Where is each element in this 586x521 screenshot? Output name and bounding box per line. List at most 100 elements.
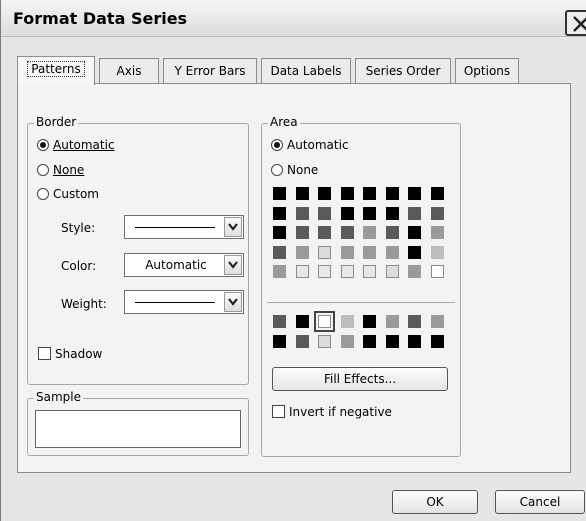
- color-swatch[interactable]: [385, 334, 399, 348]
- cancel-button[interactable]: Cancel: [495, 490, 585, 514]
- color-swatch[interactable]: [363, 315, 376, 328]
- sample-group-label: Sample: [34, 390, 83, 404]
- color-swatch[interactable]: [273, 265, 286, 278]
- close-button[interactable]: [565, 10, 586, 36]
- line-weight-preview: [135, 302, 215, 303]
- color-swatch[interactable]: [318, 245, 331, 259]
- color-swatch[interactable]: [340, 187, 354, 200]
- color-swatch[interactable]: [430, 265, 444, 278]
- color-swatch[interactable]: [318, 206, 331, 220]
- border-automatic-radio[interactable]: Automatic: [37, 137, 115, 153]
- color-swatch[interactable]: [318, 187, 331, 200]
- color-swatch[interactable]: [314, 311, 335, 332]
- ok-button[interactable]: OK: [392, 490, 478, 514]
- color-swatch[interactable]: [385, 206, 399, 220]
- color-swatch[interactable]: [363, 334, 376, 348]
- color-swatch[interactable]: [340, 265, 354, 278]
- color-swatch[interactable]: [408, 206, 421, 220]
- color-swatch[interactable]: [273, 334, 286, 348]
- border-none-radio[interactable]: None: [37, 162, 84, 178]
- color-swatch[interactable]: [430, 187, 444, 200]
- color-swatch[interactable]: [318, 334, 331, 348]
- color-swatch[interactable]: [295, 226, 309, 239]
- chevron-down-icon: [228, 298, 238, 306]
- style-select[interactable]: [124, 215, 244, 239]
- color-select[interactable]: Automatic: [124, 253, 244, 277]
- chevron-down-icon: [228, 223, 238, 231]
- color-swatch[interactable]: [385, 265, 399, 278]
- color-swatch[interactable]: [408, 315, 421, 328]
- color-swatch[interactable]: [295, 315, 309, 328]
- color-swatch[interactable]: [295, 206, 309, 220]
- color-swatch[interactable]: [273, 245, 286, 259]
- tab-options[interactable]: Options: [455, 58, 519, 83]
- title-bar: Format Data Series: [1, 0, 586, 37]
- color-swatch[interactable]: [408, 226, 421, 239]
- area-automatic-radio[interactable]: Automatic: [271, 137, 349, 153]
- color-swatch[interactable]: [430, 226, 444, 239]
- color-swatch[interactable]: [363, 226, 376, 239]
- close-icon: [573, 16, 586, 32]
- tab-patterns[interactable]: Patterns: [17, 56, 95, 85]
- color-swatch[interactable]: [340, 226, 354, 239]
- color-swatch[interactable]: [430, 315, 444, 328]
- color-select-value: Automatic: [145, 258, 207, 272]
- color-swatch[interactable]: [408, 187, 421, 200]
- area-none-radio[interactable]: None: [271, 162, 318, 178]
- shadow-checkbox[interactable]: Shadow: [38, 346, 102, 362]
- color-swatch[interactable]: [430, 206, 444, 220]
- tab-patterns-label: Patterns: [27, 61, 85, 77]
- radio-unselected-icon: [271, 164, 283, 176]
- border-custom-radio[interactable]: Custom: [37, 186, 99, 202]
- tab-data-labels[interactable]: Data Labels: [261, 58, 351, 83]
- color-swatch[interactable]: [363, 187, 376, 200]
- color-swatch[interactable]: [273, 206, 286, 220]
- color-swatch[interactable]: [340, 334, 354, 348]
- color-swatch[interactable]: [408, 265, 421, 278]
- color-swatch[interactable]: [318, 265, 331, 278]
- invert-if-negative-checkbox[interactable]: Invert if negative: [272, 404, 392, 420]
- color-swatch[interactable]: [408, 245, 421, 259]
- tab-y-error-bars[interactable]: Y Error Bars: [163, 58, 257, 83]
- color-swatch[interactable]: [340, 206, 354, 220]
- fill-effects-button[interactable]: Fill Effects...: [272, 367, 448, 391]
- area-automatic-label: Automatic: [287, 138, 349, 152]
- palette-separator: [267, 302, 455, 303]
- weight-select[interactable]: [124, 290, 244, 314]
- tab-series-order[interactable]: Series Order: [355, 58, 451, 83]
- dropdown-button[interactable]: [224, 292, 242, 312]
- color-swatch[interactable]: [295, 265, 309, 278]
- color-swatch[interactable]: [385, 245, 399, 259]
- color-label: Color:: [61, 259, 97, 273]
- invert-if-negative-label: Invert if negative: [289, 405, 392, 419]
- color-swatch[interactable]: [273, 315, 286, 328]
- color-swatch[interactable]: [430, 245, 444, 259]
- checkbox-icon: [272, 405, 285, 418]
- shadow-label: Shadow: [55, 347, 103, 361]
- tab-axis[interactable]: Axis: [99, 58, 159, 83]
- border-group-label: Border: [34, 115, 79, 129]
- color-swatch[interactable]: [273, 187, 286, 200]
- color-swatch[interactable]: [363, 265, 376, 278]
- color-swatch[interactable]: [340, 315, 354, 328]
- checkbox-icon: [38, 347, 51, 360]
- color-swatch[interactable]: [295, 334, 309, 348]
- color-swatch[interactable]: [363, 245, 376, 259]
- color-swatch[interactable]: [385, 226, 399, 239]
- color-swatch[interactable]: [430, 334, 444, 348]
- color-swatch[interactable]: [295, 187, 309, 200]
- border-automatic-label: Automatic: [53, 138, 115, 152]
- color-swatch[interactable]: [385, 315, 399, 328]
- color-swatch[interactable]: [318, 226, 331, 239]
- color-swatch[interactable]: [295, 245, 309, 259]
- border-none-label: None: [53, 163, 85, 177]
- radio-unselected-icon: [37, 188, 49, 200]
- dropdown-button[interactable]: [224, 255, 242, 275]
- color-swatch[interactable]: [408, 334, 421, 348]
- color-swatch[interactable]: [363, 206, 376, 220]
- color-swatch[interactable]: [273, 226, 286, 239]
- color-swatch[interactable]: [385, 187, 399, 200]
- color-swatch[interactable]: [340, 245, 354, 259]
- dropdown-button[interactable]: [224, 217, 242, 237]
- sample-preview: [35, 410, 241, 448]
